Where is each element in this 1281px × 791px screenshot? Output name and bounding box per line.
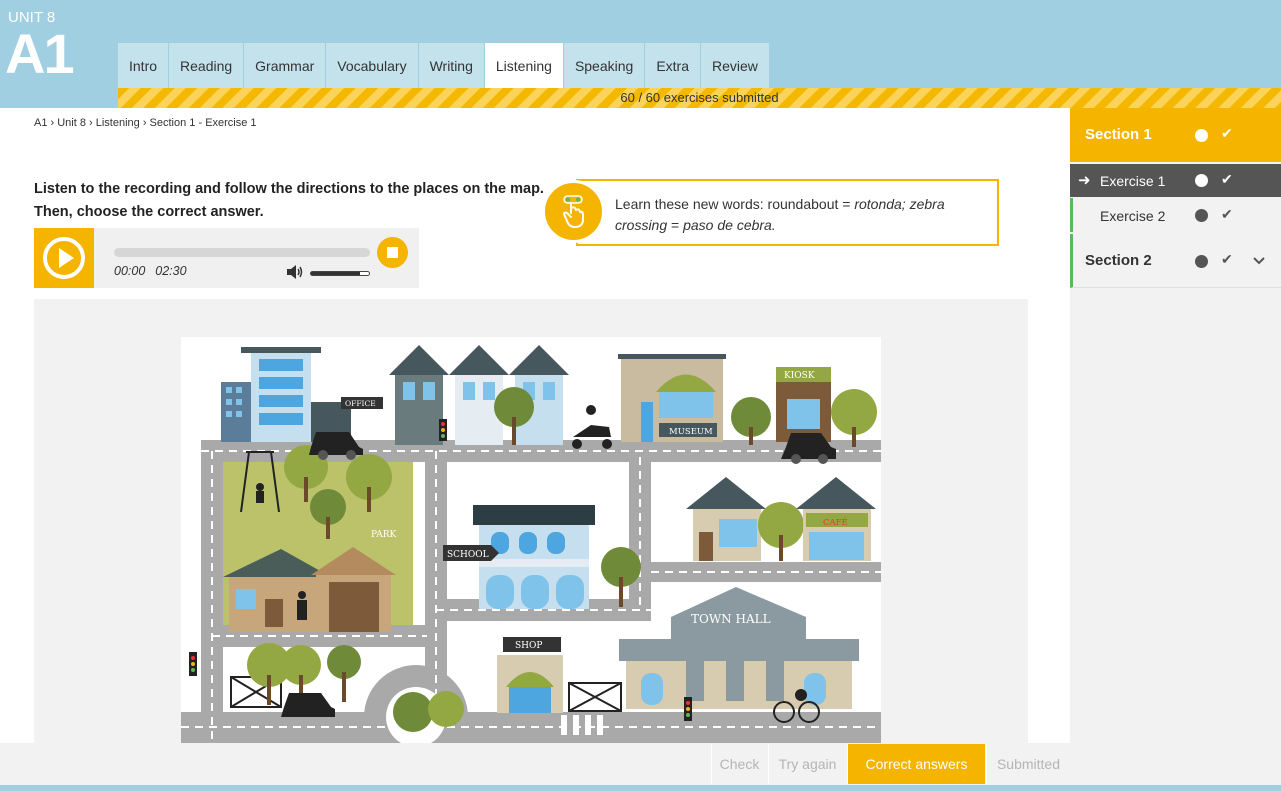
sidebar-section-1[interactable]: Section 1 ✔ bbox=[1070, 108, 1281, 162]
seek-bar[interactable] bbox=[114, 248, 370, 257]
audio-player: 00:00 02:30 bbox=[34, 228, 419, 288]
status-dot-icon bbox=[1195, 174, 1208, 187]
tab-extra[interactable]: Extra bbox=[645, 43, 701, 88]
town-hall-label: TOWN HALL bbox=[691, 612, 771, 626]
tab-intro[interactable]: Intro bbox=[118, 43, 169, 88]
chevron-down-icon[interactable] bbox=[1252, 256, 1266, 266]
section-tabs: Intro Reading Grammar Vocabulary Writing… bbox=[118, 43, 770, 88]
time-display: 00:00 02:30 bbox=[114, 264, 197, 278]
try-again-button[interactable]: Try again bbox=[768, 744, 846, 784]
sidebar-section-2[interactable]: Section 2 ✔ bbox=[1070, 234, 1281, 288]
map-container: PARK OFFICE MUSEUM KIOSK SCHOOL CAFÉ TOW… bbox=[34, 299, 1028, 743]
check-icon: ✔ bbox=[1221, 171, 1233, 187]
correct-answers-button[interactable]: Correct answers bbox=[847, 744, 985, 784]
sidebar-exercise-1[interactable]: ➜ Exercise 1 ✔ bbox=[1070, 164, 1281, 197]
check-icon: ✔ bbox=[1221, 125, 1233, 141]
volume-level bbox=[311, 272, 361, 275]
sidebar-exercise-2[interactable]: Exercise 2 ✔ bbox=[1070, 198, 1281, 232]
tap-hand-icon bbox=[542, 180, 605, 243]
status-dot-icon bbox=[1195, 209, 1208, 222]
section-1-label: Section 1 bbox=[1085, 126, 1152, 143]
exercise-sidebar: Section 1 ✔ ➜ Exercise 1 ✔ Exercise 2 ✔ … bbox=[1070, 108, 1281, 743]
tip-prefix: Learn these new words: roundabout = bbox=[615, 196, 855, 212]
tip-text: Learn these new words: roundabout = roto… bbox=[615, 194, 985, 236]
duration: 02:30 bbox=[155, 264, 187, 278]
breadcrumb: A1 › Unit 8 › Listening › Section 1 - Ex… bbox=[34, 117, 257, 129]
check-icon: ✔ bbox=[1221, 251, 1233, 267]
section-2-label: Section 2 bbox=[1085, 252, 1152, 269]
school-label: SCHOOL bbox=[447, 550, 489, 560]
tip-term-2: paso de cebra. bbox=[683, 217, 776, 233]
current-time: 00:00 bbox=[114, 264, 146, 278]
kiosk-label: KIOSK bbox=[784, 371, 815, 381]
status-dot-icon bbox=[1195, 129, 1208, 142]
stop-icon bbox=[387, 247, 398, 258]
vocabulary-tip: Learn these new words: roundabout = roto… bbox=[576, 179, 999, 246]
tab-reading[interactable]: Reading bbox=[169, 43, 244, 88]
exercise-2-label: Exercise 2 bbox=[1100, 208, 1166, 224]
exercise-1-label: Exercise 1 bbox=[1100, 173, 1166, 189]
check-icon: ✔ bbox=[1221, 206, 1233, 222]
footer-border bbox=[0, 785, 1281, 791]
stop-button[interactable] bbox=[377, 237, 408, 268]
museum-label: MUSEUM bbox=[669, 427, 713, 437]
level-label: A1 bbox=[5, 22, 75, 85]
tip-middle: = bbox=[667, 217, 684, 233]
tab-vocabulary[interactable]: Vocabulary bbox=[326, 43, 418, 88]
town-map: PARK OFFICE MUSEUM KIOSK SCHOOL CAFÉ TOW… bbox=[181, 337, 881, 743]
arrow-right-icon: ➜ bbox=[1078, 172, 1091, 189]
volume-icon[interactable] bbox=[286, 264, 304, 280]
play-button[interactable] bbox=[34, 228, 94, 288]
progress-text: 60 / 60 exercises submitted bbox=[620, 90, 779, 105]
check-button[interactable]: Check bbox=[711, 744, 767, 784]
tab-speaking[interactable]: Speaking bbox=[563, 43, 645, 88]
cafe-label: CAFÉ bbox=[823, 516, 848, 528]
tab-grammar[interactable]: Grammar bbox=[244, 43, 326, 88]
tab-writing[interactable]: Writing bbox=[418, 43, 484, 88]
tab-listening[interactable]: Listening bbox=[484, 43, 563, 88]
app-header: UNIT 8 A1 Intro Reading Grammar Vocabula… bbox=[0, 0, 1281, 108]
play-icon bbox=[43, 237, 85, 279]
status-dot-icon bbox=[1195, 255, 1208, 268]
shop-label: SHOP bbox=[515, 641, 542, 651]
park-label: PARK bbox=[371, 530, 397, 540]
action-bar bbox=[0, 743, 1281, 785]
progress-strip: 60 / 60 exercises submitted bbox=[118, 88, 1281, 108]
exercise-instructions: Listen to the recording and follow the d… bbox=[34, 181, 544, 220]
town-map-illustration: PARK OFFICE MUSEUM KIOSK SCHOOL CAFÉ TOW… bbox=[181, 345, 881, 743]
tab-review[interactable]: Review bbox=[701, 43, 769, 88]
volume-slider[interactable] bbox=[310, 271, 370, 276]
office-label: OFFICE bbox=[345, 399, 376, 408]
submitted-button[interactable]: Submitted bbox=[986, 744, 1070, 784]
